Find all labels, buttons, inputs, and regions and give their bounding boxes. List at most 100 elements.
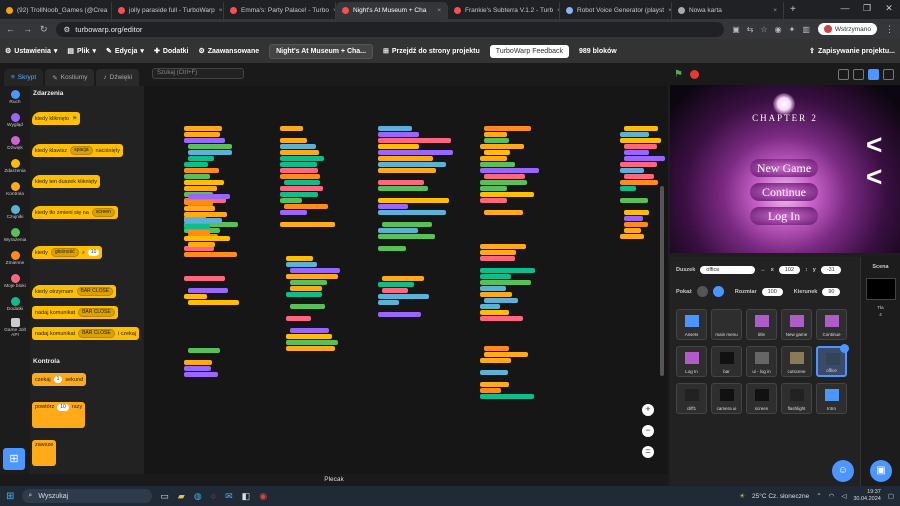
when-sprite-clicked-block[interactable]: kiedy ten duszek kliknięty: [32, 175, 101, 188]
category-zdarzenia[interactable]: Zdarzenia: [0, 155, 30, 178]
when-receive-block[interactable]: kiedy otrzymam BAR CLOSE: [32, 285, 117, 298]
sprite-tile[interactable]: Continue: [816, 309, 847, 340]
code-block[interactable]: [280, 210, 308, 215]
code-block[interactable]: [480, 156, 508, 161]
code-block[interactable]: [620, 180, 658, 185]
sprite-tile[interactable]: screen: [746, 383, 777, 414]
when-backdrop-block[interactable]: kiedy tło zmieni się na screen: [32, 206, 118, 219]
code-block[interactable]: [480, 394, 535, 399]
x-input[interactable]: 102: [778, 266, 801, 274]
code-block[interactable]: [184, 126, 222, 131]
code-block[interactable]: [280, 198, 302, 203]
category-wyra-enia[interactable]: Wyrażenia: [0, 224, 30, 247]
code-block[interactable]: [382, 222, 433, 227]
code-block[interactable]: [184, 186, 217, 191]
code-block[interactable]: [480, 388, 502, 393]
code-block[interactable]: [378, 234, 435, 239]
code-block[interactable]: [480, 244, 527, 249]
add-sprite-button[interactable]: ☺: [832, 460, 854, 482]
code-block[interactable]: [480, 268, 535, 273]
code-block[interactable]: [184, 366, 212, 371]
when-flag-block[interactable]: kiedy kliknięto ⚑: [32, 112, 81, 125]
login-button[interactable]: Log In: [750, 207, 818, 225]
code-block[interactable]: [184, 236, 230, 241]
backdrop-dropdown[interactable]: screen: [91, 208, 115, 217]
code-block[interactable]: [620, 168, 645, 173]
sprite-tile[interactable]: office: [816, 344, 849, 377]
code-block[interactable]: [378, 198, 450, 203]
code-block[interactable]: [484, 138, 509, 143]
minimize-button[interactable]: —: [834, 0, 856, 17]
code-block[interactable]: [480, 186, 507, 191]
code-block[interactable]: [184, 180, 224, 185]
code-block[interactable]: [184, 360, 212, 365]
browser-tab[interactable]: Nowa karta ×: [672, 2, 784, 19]
code-block[interactable]: [378, 312, 421, 317]
browser-tab[interactable]: Night's At Museum + Cha ×: [336, 2, 448, 19]
broadcast-wait-dropdown[interactable]: BAR CLOSE: [78, 329, 115, 338]
code-block[interactable]: [280, 144, 316, 149]
settings-menu[interactable]: ⚙ Ustawienia ▾: [5, 47, 57, 56]
code-block[interactable]: [484, 298, 518, 303]
category-ruch[interactable]: Ruch: [0, 86, 30, 109]
code-block[interactable]: [624, 156, 665, 161]
code-block[interactable]: [286, 346, 335, 351]
browser-tab[interactable]: (92) TrollNoob_Games (@Crea×: [0, 2, 112, 19]
code-block[interactable]: [484, 174, 526, 179]
code-block[interactable]: [378, 228, 418, 233]
code-block[interactable]: [188, 150, 233, 155]
code-block[interactable]: [184, 162, 209, 167]
extensions-icon[interactable]: ✦: [789, 25, 796, 34]
code-block[interactable]: [184, 224, 210, 229]
code-block[interactable]: [184, 212, 228, 217]
code-block[interactable]: [184, 174, 211, 179]
menu-icon[interactable]: ⋮: [885, 24, 894, 35]
code-block[interactable]: [378, 162, 447, 167]
broadcast-block[interactable]: nadaj komunikat BAR CLOSE: [32, 306, 118, 319]
code-block[interactable]: [484, 210, 523, 215]
broadcast-dropdown[interactable]: BAR CLOSE: [78, 308, 115, 317]
code-block[interactable]: [378, 144, 420, 149]
code-block[interactable]: [480, 316, 523, 321]
code-block[interactable]: [480, 198, 507, 203]
loudness-dropdown[interactable]: głośność: [50, 248, 79, 257]
code-block[interactable]: [184, 138, 226, 143]
code-block[interactable]: [280, 192, 319, 197]
code-block[interactable]: [286, 292, 323, 297]
category-zmienne[interactable]: Zmienne: [0, 247, 30, 270]
code-block[interactable]: [378, 132, 420, 137]
code-block[interactable]: [620, 198, 648, 203]
backpack-bar[interactable]: Plecak: [0, 474, 668, 486]
url-field[interactable]: ⚙ turbowarp.org/editor: [55, 21, 725, 37]
hide-eye-icon[interactable]: [712, 286, 724, 297]
browser-tab[interactable]: jolly paraside full - TurboWarp ×: [112, 2, 224, 19]
browser-tab[interactable]: Frankie's Subterra V.1.2 - Turb×: [448, 2, 560, 19]
broadcast-wait-block[interactable]: nadaj komunikat BAR CLOSE i czekaj: [32, 327, 140, 340]
code-block[interactable]: [378, 156, 434, 161]
code-block[interactable]: [624, 228, 641, 233]
code-block[interactable]: [620, 234, 644, 239]
browser-tab[interactable]: Robot Voice Generator (playst ×: [560, 2, 672, 19]
code-block[interactable]: [188, 144, 232, 149]
close-window-button[interactable]: ✕: [878, 0, 900, 17]
code-block[interactable]: [290, 268, 340, 273]
sprite-tile[interactable]: Assets: [676, 309, 707, 340]
wifi-icon[interactable]: ◠: [829, 492, 835, 500]
chrome-icon[interactable]: ◉: [259, 491, 267, 502]
code-block[interactable]: [378, 150, 454, 155]
add-extension-button[interactable]: ⊞: [3, 448, 25, 470]
code-block[interactable]: [484, 150, 510, 155]
mail-icon[interactable]: ✉: [225, 491, 233, 502]
code-block[interactable]: [280, 168, 318, 173]
category-wygl-d[interactable]: Wygląd: [0, 109, 30, 132]
show-eye-icon[interactable]: [696, 286, 708, 297]
maximize-button[interactable]: ❐: [856, 0, 878, 17]
code-block[interactable]: [480, 286, 507, 291]
advanced-menu[interactable]: ⚙ Zaawansowane: [198, 47, 259, 56]
tab-close-icon[interactable]: ×: [437, 7, 441, 14]
code-block[interactable]: [480, 180, 528, 185]
code-block[interactable]: [378, 168, 436, 173]
code-block[interactable]: [624, 210, 649, 215]
code-block[interactable]: [184, 168, 220, 173]
continue-button[interactable]: Continue: [750, 183, 818, 201]
